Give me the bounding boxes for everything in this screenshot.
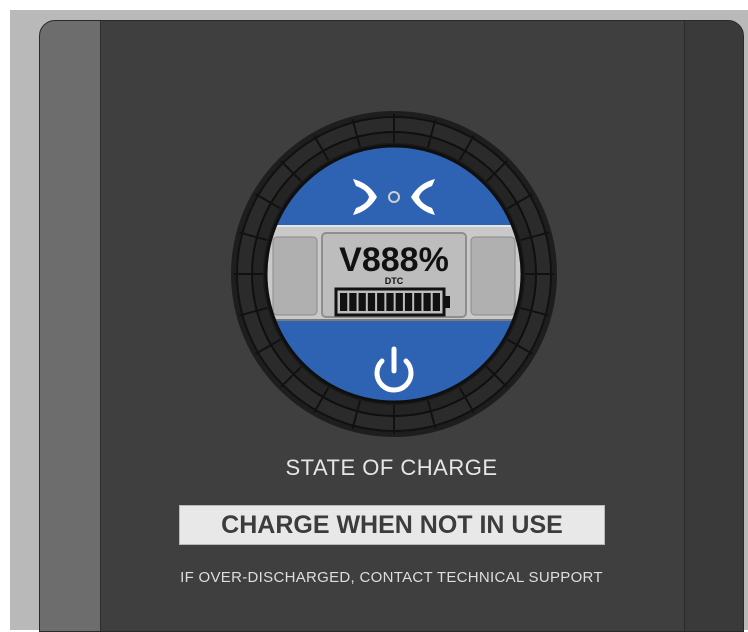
panel-right-band [684, 21, 743, 631]
lcd-percent: % [419, 241, 449, 279]
state-of-charge-gauge: V888% DTC [229, 109, 559, 439]
battery-segment [414, 293, 422, 311]
right-side-pad [470, 236, 516, 316]
lcd-digits: 888 [362, 241, 419, 279]
lcd-unit-v: V [339, 241, 362, 279]
battery-segment [395, 293, 403, 311]
battery-segment [349, 293, 357, 311]
support-notice-label: IF OVER-DISCHARGED, CONTACT TECHNICAL SU… [180, 569, 603, 586]
charge-notice-label: CHARGE WHEN NOT IN USE [179, 505, 605, 545]
battery-segment [432, 293, 440, 311]
battery-segment [367, 293, 376, 311]
battery-segment [404, 293, 413, 311]
lcd-dtc-code: DTC [385, 276, 404, 286]
battery-segment [386, 293, 394, 311]
left-side-pad [272, 236, 318, 316]
battery-segment [423, 293, 431, 311]
state-of-charge-label: STATE OF CHARGE [285, 455, 498, 480]
svg-text:V888%: V888% [339, 241, 449, 279]
battery-segment [340, 293, 348, 311]
gauge-graphic: V888% DTC [231, 111, 557, 437]
device-panel: V888% DTC STATE OF CHARGE CHARGE WHEN NO… [39, 20, 744, 632]
panel-left-band [40, 21, 101, 631]
battery-segments [340, 293, 440, 311]
battery-segment [358, 293, 366, 311]
battery-segment [377, 293, 385, 311]
